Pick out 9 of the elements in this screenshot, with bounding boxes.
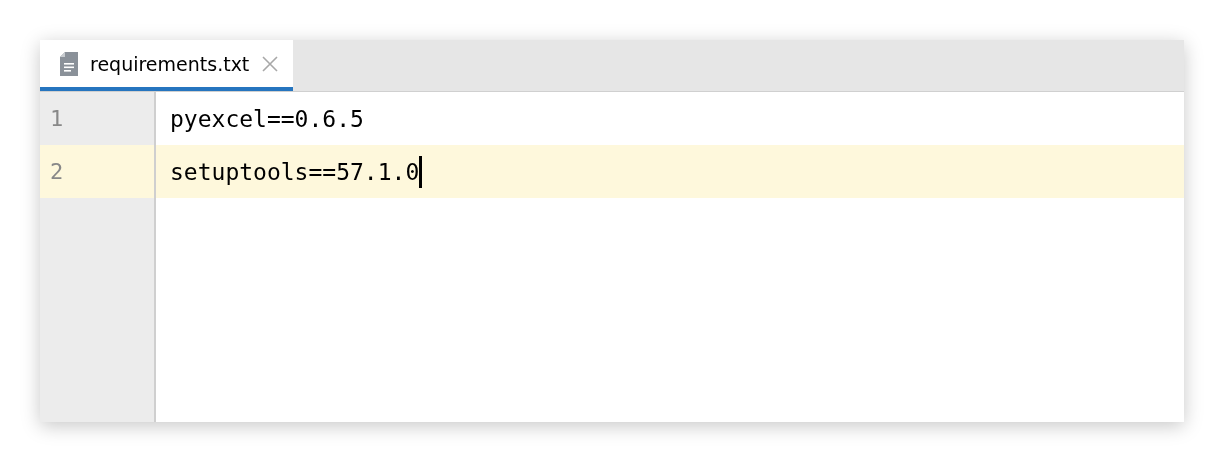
tab-label: requirements.txt — [90, 52, 250, 75]
code-line: setuptools==57.1.0 — [170, 158, 420, 185]
close-icon[interactable] — [261, 54, 280, 73]
line-number: 2 — [50, 159, 64, 184]
text-file-icon — [60, 51, 78, 76]
line-number: 1 — [50, 106, 64, 131]
code-line: pyexcel==0.6.5 — [170, 105, 364, 132]
file-tab[interactable]: requirements.txt — [40, 40, 294, 91]
text-caret — [419, 155, 423, 188]
